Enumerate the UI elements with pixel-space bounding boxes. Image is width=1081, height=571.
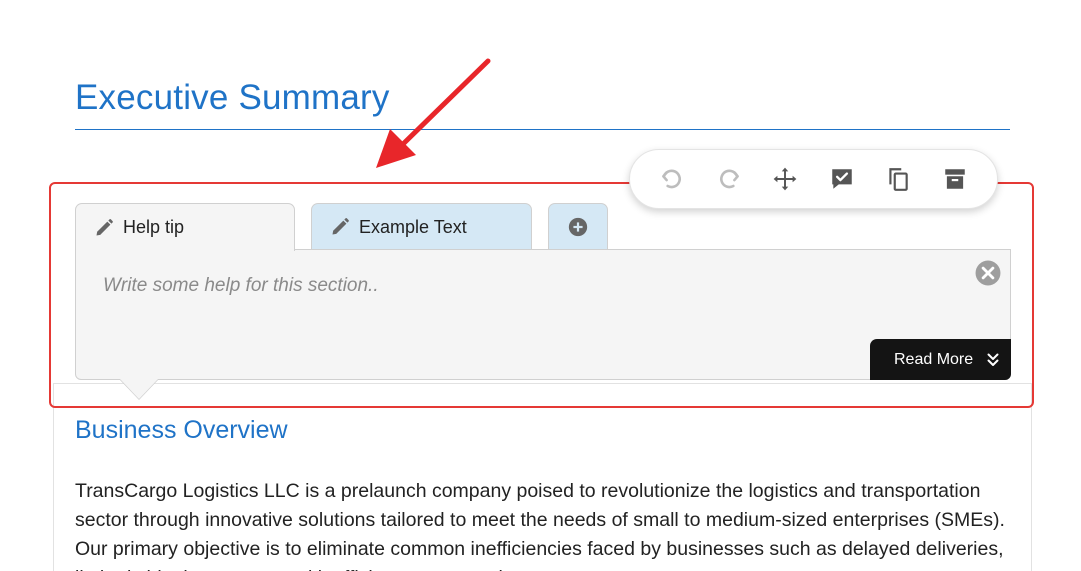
pencil-icon bbox=[96, 218, 113, 235]
mark-complete-button[interactable] bbox=[825, 162, 859, 196]
tab-help-tip-label: Help tip bbox=[123, 217, 185, 237]
copy-icon bbox=[889, 168, 908, 191]
archive-icon bbox=[945, 169, 965, 189]
redo-button[interactable] bbox=[712, 162, 746, 196]
archive-button[interactable] bbox=[938, 162, 972, 196]
move-icon bbox=[773, 167, 797, 191]
annotation-arrow bbox=[376, 58, 491, 168]
tab-help-tip[interactable]: Help tip bbox=[75, 203, 295, 251]
title-divider bbox=[75, 129, 1010, 130]
move-button[interactable] bbox=[768, 162, 802, 196]
page-title: Executive Summary bbox=[75, 78, 390, 117]
redo-icon bbox=[719, 169, 739, 189]
comment-check-icon bbox=[832, 169, 852, 189]
copy-button[interactable] bbox=[881, 162, 915, 196]
section-heading: Business Overview bbox=[75, 416, 288, 444]
tooltip-tail bbox=[120, 379, 158, 399]
block-toolbar bbox=[629, 149, 998, 209]
undo-button[interactable] bbox=[655, 162, 689, 196]
section-body-text[interactable]: TransCargo Logistics LLC is a prelaunch … bbox=[75, 477, 1005, 571]
undo-icon bbox=[662, 169, 682, 189]
